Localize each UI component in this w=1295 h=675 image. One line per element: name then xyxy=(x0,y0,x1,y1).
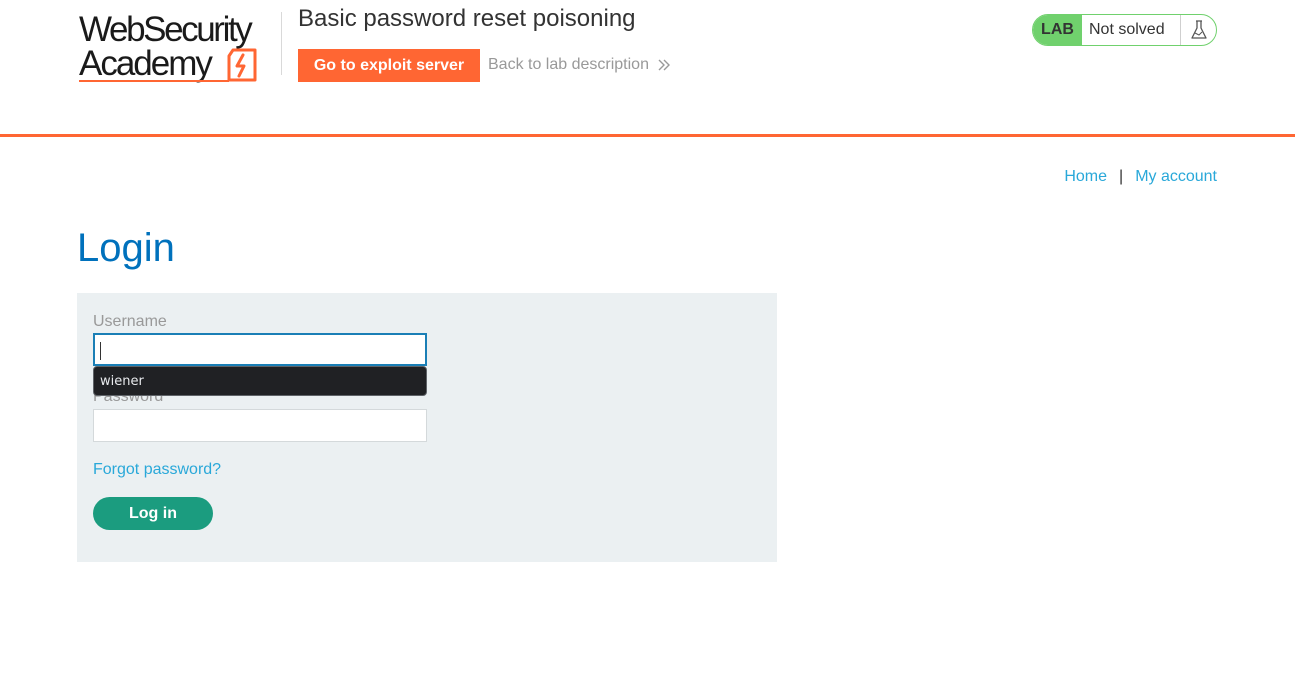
lab-state-text: Not solved xyxy=(1082,15,1181,45)
site-header: WebSecurity Academy Basic password reset… xyxy=(0,0,1295,137)
back-link-label: Back to lab description xyxy=(488,56,649,73)
lab-title: Basic password reset poisoning xyxy=(298,5,636,32)
nav-separator: | xyxy=(1119,168,1124,185)
nav-my-account-link[interactable]: My account xyxy=(1135,168,1217,186)
text-caret xyxy=(100,342,101,360)
web-security-academy-logo[interactable]: WebSecurity Academy xyxy=(79,12,279,84)
username-label: Username xyxy=(93,313,167,330)
logo-underline xyxy=(79,80,229,82)
flask-icon xyxy=(1181,15,1216,45)
lab-status-widget: LAB Not solved xyxy=(1032,14,1217,46)
login-form: Username Password wiener Forgot password… xyxy=(77,293,777,562)
nav-home-link[interactable]: Home xyxy=(1064,168,1107,186)
username-input[interactable] xyxy=(93,333,427,366)
log-in-button[interactable]: Log in xyxy=(93,497,213,530)
autofill-suggestion[interactable]: wiener xyxy=(93,366,427,396)
lab-tag: LAB xyxy=(1033,15,1082,45)
password-input[interactable] xyxy=(93,409,427,442)
top-nav: Home | My account xyxy=(1064,168,1217,186)
page-title: Login xyxy=(77,226,175,270)
forgot-password-link[interactable]: Forgot password? xyxy=(93,461,221,479)
logo-text-line2: Academy xyxy=(79,44,213,83)
double-chevron-right-icon xyxy=(658,59,670,71)
logo-text-line1: WebSecurity xyxy=(79,10,253,49)
go-to-exploit-server-button[interactable]: Go to exploit server xyxy=(298,49,480,82)
back-to-lab-description-link[interactable]: Back to lab description xyxy=(488,56,671,74)
header-divider xyxy=(281,12,282,75)
lightning-bolt-icon xyxy=(227,48,257,82)
